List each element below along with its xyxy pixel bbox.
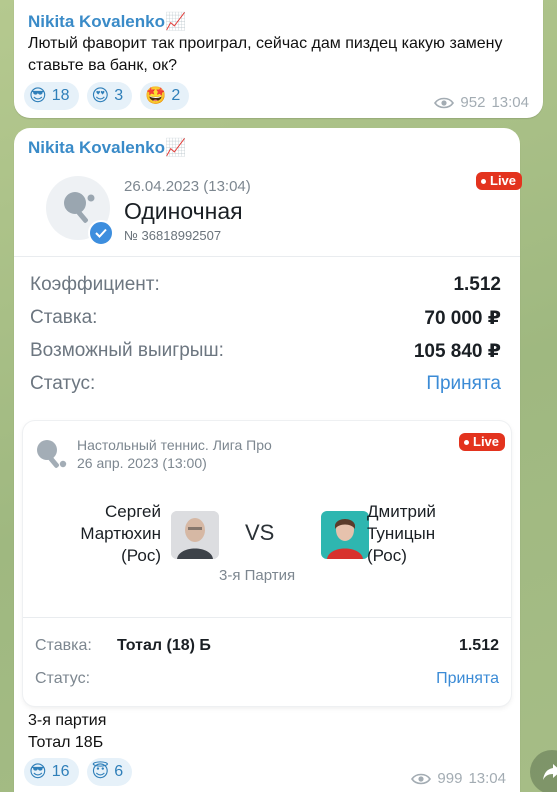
event-date: 26 апр. 2023 (13:00) [77,455,207,471]
payout-label: Возможный выигрыш: [30,340,224,361]
status-label: Статус: [30,373,96,394]
reactions-bar: 😎 18 😍 3 🤩 2 [24,82,190,110]
sender-name[interactable]: Nikita Kovalenko📈 [28,138,186,158]
bet-date: 26.04.2023 (13:04) [124,178,251,195]
reaction-count: 3 [114,87,124,104]
reaction-count: 18 [51,87,70,104]
sunglasses-emoji-icon: 😎 [29,762,47,781]
event-status-value: Принята [436,670,499,687]
message-text: 3-я партия Тотал 18Б [28,710,106,754]
live-badge: Live [476,172,523,190]
table-tennis-icon [33,437,69,476]
sunglasses-emoji-icon: 😎 [29,86,47,105]
live-dot-icon [464,439,469,445]
message-bubble-2[interactable]: Nikita Kovalenko📈 26.04.2023 (13:04) Оди… [14,128,523,792]
reaction-star-struck[interactable]: 🤩 2 [140,82,190,110]
message-text: Лютый фаворит так проиграл, сейчас дам п… [28,35,503,74]
share-button[interactable] [530,750,557,792]
player1-first: Сергей [105,502,161,521]
player2-country: (Рос) [367,546,407,565]
live-badge: Live [459,433,506,451]
bet-type: Одиночная [124,198,243,224]
live-dot-icon [481,178,486,184]
divider [23,617,511,618]
round-label: 3-я Партия [219,567,296,584]
stake-value: 70 000 ₽ [424,308,501,329]
message-bubble-1[interactable]: Nikita Kovalenko📈 Лютый фаворит так прои… [14,0,543,118]
share-arrow-icon [543,764,557,780]
player2-first: Дмитрий [367,502,436,521]
heart-eyes-emoji-icon: 😍 [91,86,110,105]
league-name: Настольный теннис. Лига Про [77,437,272,453]
event-bet-selection: Тотал (18) Б [117,637,211,654]
player1-last: Мартюхин [80,524,161,543]
reaction-cool[interactable]: 😎 16 [24,758,79,786]
payout-row: Возможный выигрыш: 105 840 ₽ [30,340,501,363]
reactions-bar: 😎 16 😇 6 [24,758,133,786]
player1-name: Сергей Мартюхин (Рос) [61,501,161,567]
eye-icon [434,97,455,108]
message-line-1: 3-я партия [28,712,107,729]
message-time: 13:04 [468,770,506,787]
reaction-angel[interactable]: 😇 6 [86,758,133,786]
bet-number: № 36818992507 [124,228,222,243]
reaction-love[interactable]: 😍 3 [86,82,133,110]
status-row: Статус: Принята [30,373,501,395]
message-line-2: Тотал 18Б [28,734,104,751]
live-label: Live [473,434,500,449]
view-count: 999 [437,770,463,787]
message-meta: 999 13:04 [411,770,506,787]
player1-avatar [171,511,219,559]
reaction-count: 2 [171,87,181,104]
player1-country: (Рос) [121,546,161,565]
player2-avatar [321,511,369,559]
event-bet-odds: 1.512 [458,637,499,654]
sender-name[interactable]: Nikita Kovalenko📈 [28,12,186,32]
status-value: Принята [426,373,501,394]
halo-emoji-icon: 😇 [91,762,110,781]
payout-value: 105 840 ₽ [413,341,501,362]
odds-label: Коэффициент: [30,274,160,295]
message-time: 13:04 [491,94,529,111]
vs-label: VS [245,520,275,545]
check-icon [88,220,114,246]
event-card[interactable]: Настольный теннис. Лига Про 26 апр. 2023… [23,421,511,706]
reaction-count: 16 [51,763,70,780]
event-bet-row: Ставка: Тотал (18) Б 1.512 [35,637,499,655]
odds-row: Коэффициент: 1.512 [30,274,501,296]
reaction-count: 6 [114,763,124,780]
stake-row: Ставка: 70 000 ₽ [30,307,501,330]
stake-label: Ставка: [30,307,98,328]
event-status-row: Статус: Принята [35,670,499,688]
reaction-cool[interactable]: 😎 18 [24,82,79,110]
event-bet-label: Ставка: [35,637,92,654]
message-meta: 952 13:04 [434,94,529,111]
divider [14,256,520,257]
star-struck-emoji-icon: 🤩 [145,86,167,105]
event-status-label: Статус: [35,670,91,687]
player2-name: Дмитрий Туницын (Рос) [367,501,487,567]
odds-value: 1.512 [453,274,501,295]
player2-last: Туницын [367,524,436,543]
eye-icon [411,773,432,784]
view-count: 952 [460,94,486,111]
live-label: Live [490,173,517,188]
